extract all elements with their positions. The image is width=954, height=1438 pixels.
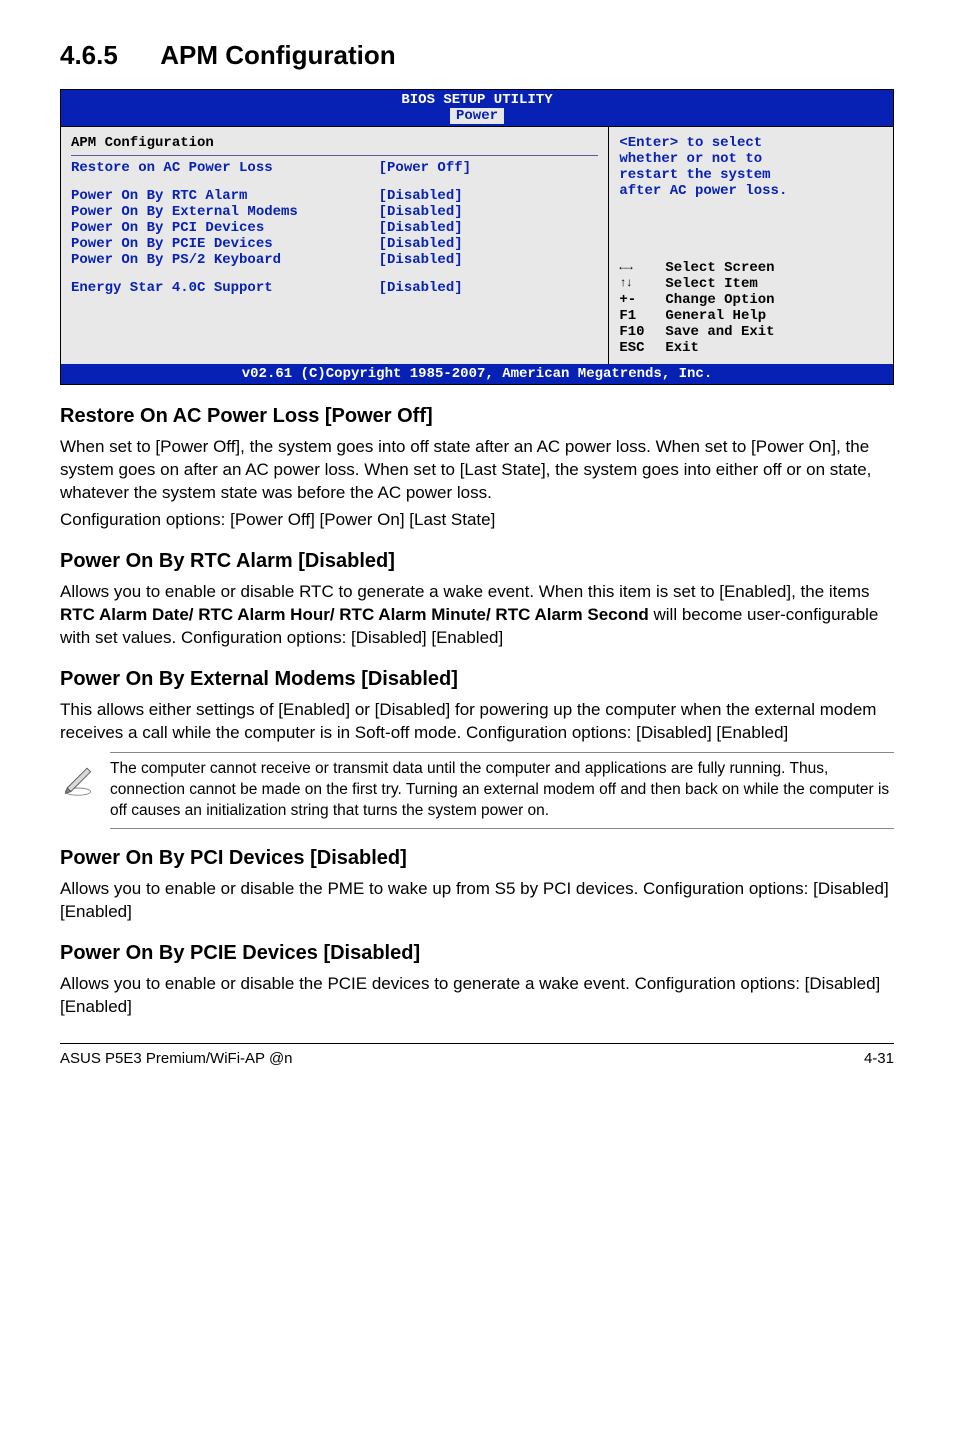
bios-setting-label: Power On By RTC Alarm [71,188,379,204]
page-footer: ASUS P5E3 Premium/WiFi-AP @n 4-31 [60,1043,894,1067]
topic-heading-pci: Power On By PCI Devices [Disabled] [60,847,894,870]
topic-body: When set to [Power Off], the system goes… [60,436,894,505]
section-number: 4.6.5 [60,40,118,70]
bios-setting-value: [Disabled] [379,280,599,296]
key-desc: General Help [665,308,766,324]
key-desc: Select Screen [665,260,774,276]
bios-help-text: <Enter> to select whether or not to rest… [619,135,883,199]
help-line: restart the system [619,167,883,183]
body-text: Allows you to enable or disable RTC to g… [60,582,870,601]
bios-setting-row[interactable]: Power On By PS/2 Keyboard [Disabled] [71,252,598,268]
bios-footer: v02.61 (C)Copyright 1985-2007, American … [61,364,893,384]
topic-body: Configuration options: [Power Off] [Powe… [60,509,894,532]
section-title-text: APM Configuration [160,40,395,70]
bios-setup-panel: BIOS SETUP UTILITY Power APM Configurati… [60,89,894,385]
bios-setting-label: Power On By PCIE Devices [71,236,379,252]
bios-setting-value: [Disabled] [379,220,599,236]
key-label: ESC [619,340,665,356]
bios-setting-value: [Disabled] [379,188,599,204]
topic-body: This allows either settings of [Enabled]… [60,699,894,745]
key-desc: Change Option [665,292,774,308]
section-heading: 4.6.5 APM Configuration [60,40,894,71]
bios-panel-title: APM Configuration [71,135,598,151]
bios-setting-label: Energy Star 4.0C Support [71,280,379,296]
key-desc: Save and Exit [665,324,774,340]
key-desc: Select Item [665,276,757,292]
topic-body: Allows you to enable or disable the PCIE… [60,973,894,1019]
bios-setting-label: Power On By External Modems [71,204,379,220]
bios-key-hints: ←→Select Screen ↑↓Select Item +-Change O… [619,260,883,356]
note-text: The computer cannot receive or transmit … [110,759,894,822]
bios-setting-value: [Power Off] [379,160,599,176]
bios-setting-row[interactable]: Power On By PCIE Devices [Disabled] [71,236,598,252]
pencil-note-icon [60,759,96,822]
bios-setting-row[interactable]: Power On By RTC Alarm [Disabled] [71,188,598,204]
body-bold: RTC Alarm Date/ RTC Alarm Hour/ RTC Alar… [60,605,649,624]
bios-setting-label: Power On By PCI Devices [71,220,379,236]
footer-page-number: 4-31 [864,1050,894,1067]
bios-left-panel: APM Configuration Restore on AC Power Lo… [61,127,609,364]
bios-header: BIOS SETUP UTILITY Power [61,90,893,126]
bios-setting-value: [Disabled] [379,204,599,220]
bios-setting-row[interactable]: Power On By PCI Devices [Disabled] [71,220,598,236]
topic-body: Allows you to enable or disable RTC to g… [60,581,894,650]
footer-left: ASUS P5E3 Premium/WiFi-AP @n [60,1050,293,1067]
note-block: The computer cannot receive or transmit … [110,752,894,829]
key-label: ↑↓ [619,276,665,292]
key-desc: Exit [665,340,699,356]
bios-setting-row[interactable]: Energy Star 4.0C Support [Disabled] [71,280,598,296]
key-label: +- [619,292,665,308]
key-label: ←→ [619,260,665,276]
bios-setting-value: [Disabled] [379,252,599,268]
topic-heading-restore: Restore On AC Power Loss [Power Off] [60,405,894,428]
topic-heading-pcie: Power On By PCIE Devices [Disabled] [60,942,894,965]
bios-setting-label: Restore on AC Power Loss [71,160,379,176]
topic-body: Allows you to enable or disable the PME … [60,878,894,924]
topic-heading-ext-modem: Power On By External Modems [Disabled] [60,668,894,691]
topic-heading-rtc: Power On By RTC Alarm [Disabled] [60,550,894,573]
bios-setting-row[interactable]: Restore on AC Power Loss [Power Off] [71,160,598,176]
bios-right-panel: <Enter> to select whether or not to rest… [609,127,893,364]
bios-setting-row[interactable]: Power On By External Modems [Disabled] [71,204,598,220]
key-label: F10 [619,324,665,340]
bios-setting-value: [Disabled] [379,236,599,252]
key-label: F1 [619,308,665,324]
bios-setting-label: Power On By PS/2 Keyboard [71,252,379,268]
bios-title: BIOS SETUP UTILITY [61,92,893,108]
help-line: <Enter> to select [619,135,883,151]
bios-tab-power[interactable]: Power [450,108,504,124]
help-line: after AC power loss. [619,183,883,199]
help-line: whether or not to [619,151,883,167]
